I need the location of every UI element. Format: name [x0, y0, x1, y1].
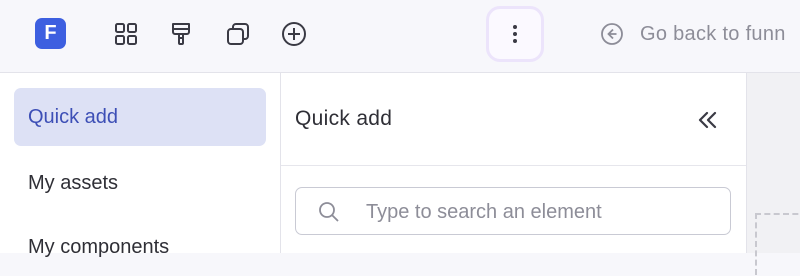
canvas-element-outline[interactable]: [755, 213, 800, 275]
paint-roller-icon[interactable]: [167, 20, 195, 48]
vertical-dots-icon: [513, 25, 517, 43]
panel-title: Quick add: [295, 107, 393, 130]
panel-header: Quick add: [281, 73, 746, 166]
collapse-panel-button[interactable]: [693, 106, 721, 134]
quick-add-panel: Quick add: [281, 73, 747, 253]
double-chevron-left-icon: [698, 111, 717, 129]
more-options-button[interactable]: [486, 6, 544, 62]
app-logo[interactable]: F: [35, 18, 66, 49]
left-navigation: Quick add My assets My components: [0, 73, 281, 258]
nav-item-my-assets[interactable]: My assets: [14, 154, 266, 212]
search-icon: [319, 202, 339, 222]
search-input[interactable]: [364, 196, 718, 228]
editor-canvas[interactable]: [747, 73, 800, 275]
top-toolbar: F Go back to funn: [0, 0, 800, 73]
nav-item-quick-add[interactable]: Quick add: [14, 88, 266, 146]
arrow-left-circle-icon: [601, 23, 623, 45]
go-back-label: Go back to funn: [640, 22, 786, 45]
grid-icon[interactable]: [112, 20, 140, 48]
element-search-box[interactable]: [295, 187, 731, 235]
copy-pages-icon[interactable]: [224, 20, 252, 48]
nav-item-my-components[interactable]: My components: [14, 218, 266, 276]
plus-circle-icon[interactable]: [280, 20, 308, 48]
go-back-link[interactable]: Go back to funn: [600, 20, 786, 48]
